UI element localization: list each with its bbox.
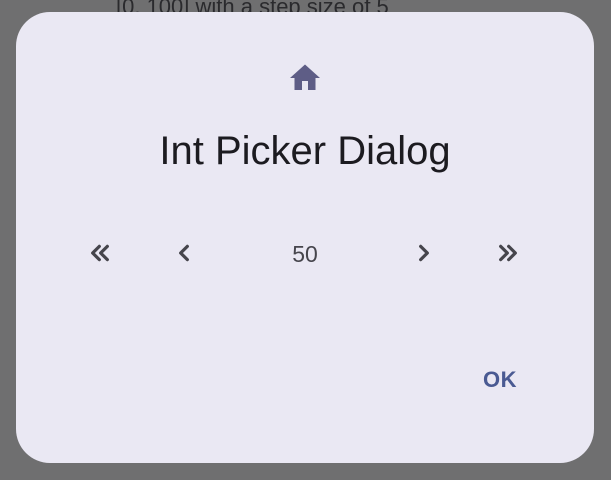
- chevron-left-icon: [168, 237, 200, 269]
- home-icon: [287, 60, 323, 96]
- dialog-title: Int Picker Dialog: [159, 129, 451, 173]
- double-chevron-right-icon: [492, 237, 524, 269]
- double-chevron-left-icon: [84, 237, 116, 269]
- jump-to-max-button[interactable]: [486, 231, 530, 275]
- chevron-right-icon: [408, 237, 440, 269]
- decrement-button[interactable]: [162, 231, 206, 275]
- increment-button[interactable]: [402, 231, 446, 275]
- ok-button[interactable]: OK: [462, 357, 538, 403]
- int-picker-dialog: Int Picker Dialog 50 OK: [16, 12, 594, 463]
- jump-to-min-button[interactable]: [78, 231, 122, 275]
- picker-value: 50: [292, 241, 318, 267]
